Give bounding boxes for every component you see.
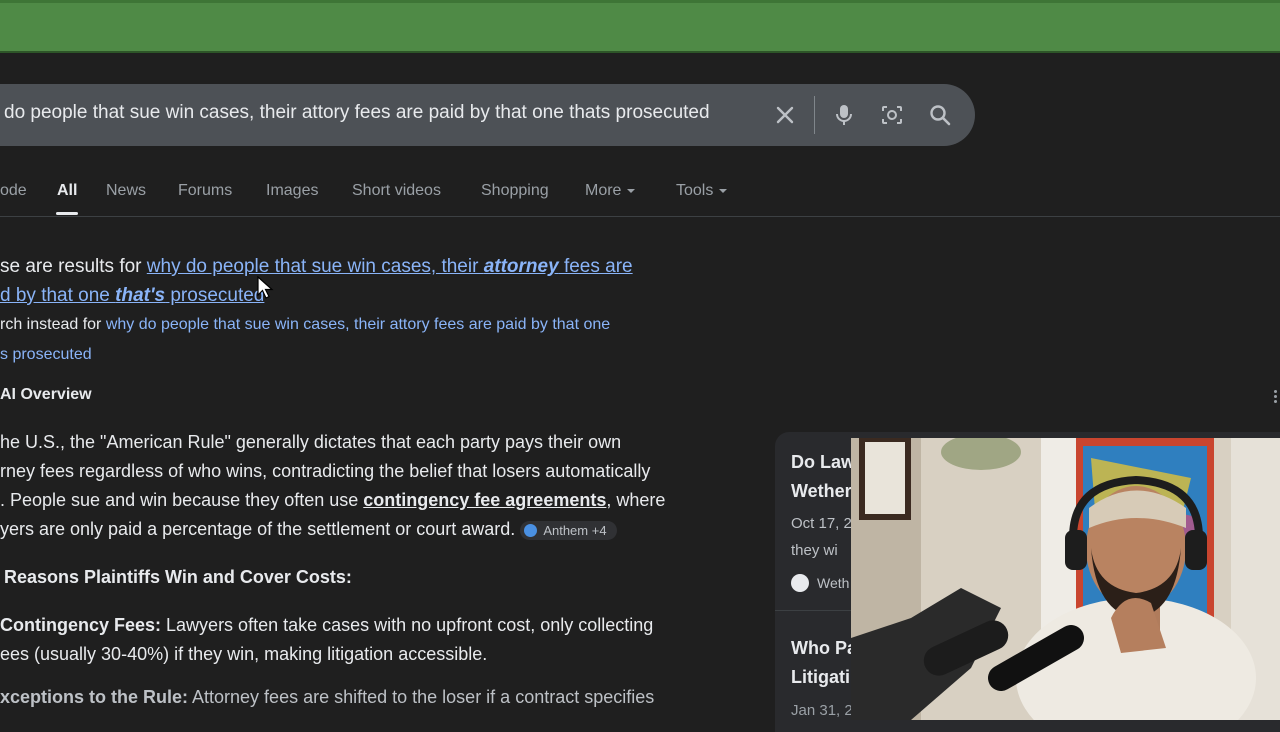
- ai-list-item: xceptions to the Rule: Attorney fees are…: [0, 687, 654, 708]
- more-options-icon[interactable]: [1274, 390, 1278, 405]
- camera-lens-icon: [882, 106, 902, 124]
- ai-text: , where: [606, 490, 666, 510]
- tab-shopping[interactable]: Shopping: [481, 182, 549, 200]
- site-favicon-icon: [791, 574, 809, 592]
- side-result-title[interactable]: Do Law: [791, 452, 855, 473]
- search-icon: [930, 105, 951, 126]
- search-box[interactable]: do people that sue win cases, their atto…: [0, 84, 975, 146]
- tab-images[interactable]: Images: [266, 182, 318, 200]
- corrected-word: attorney: [483, 256, 559, 277]
- webcam-person-image: [851, 438, 1280, 720]
- clear-search-button[interactable]: [768, 98, 802, 132]
- search-tabs: ode All News Forums Images Short videos …: [0, 176, 1280, 216]
- corrected-query-link-cont[interactable]: d by that one that's prosecuted: [0, 285, 264, 306]
- tab-news[interactable]: News: [106, 182, 146, 200]
- ai-paragraph-line: rney fees regardless of who wins, contra…: [0, 461, 651, 481]
- search-input[interactable]: do people that sue win cases, their atto…: [4, 102, 710, 124]
- tabs-divider: [0, 216, 1280, 217]
- original-query-link-cont[interactable]: s prosecuted: [0, 346, 92, 363]
- search-instead-prefix: rch instead for: [0, 316, 102, 333]
- voice-search-button[interactable]: [827, 98, 861, 132]
- ai-list-item-label: xceptions to the Rule:: [0, 687, 189, 707]
- ai-text: . People sue and win because they often …: [0, 490, 364, 510]
- lens-search-button[interactable]: [875, 98, 909, 132]
- side-result-title[interactable]: Litigati: [791, 667, 850, 688]
- browser-top-bar: [0, 0, 1280, 52]
- corrected-text: d by that one: [0, 285, 116, 306]
- side-result-date: Oct 17, 2: [791, 515, 852, 532]
- ai-text: yers are only paid a percentage of the s…: [0, 519, 516, 539]
- ai-list-item-text: Attorney fees are shifted to the loser i…: [188, 687, 655, 707]
- ai-list-item-text: Lawyers often take cases with no upfront…: [161, 615, 654, 635]
- tab-more[interactable]: More: [585, 182, 636, 200]
- source-favicon-icon: [524, 523, 538, 537]
- ai-paragraph-line: yers are only paid a percentage of the s…: [0, 519, 617, 540]
- showing-results-line-2: d by that one that's prosecuted: [0, 285, 264, 307]
- source-chip[interactable]: Anthem +4: [520, 520, 617, 540]
- ai-list-item-label: Contingency Fees:: [0, 615, 162, 635]
- close-icon: [776, 106, 794, 124]
- search-instead-line: rch instead for why do people that sue w…: [0, 316, 610, 334]
- side-result-source-name: Weth: [817, 575, 850, 591]
- mouse-cursor-icon: [257, 276, 274, 299]
- side-result-source[interactable]: Weth: [791, 574, 849, 592]
- corrected-text: prosecuted: [165, 285, 265, 306]
- ai-overview-heading: AI Overview: [0, 386, 92, 403]
- active-tab-indicator: [56, 212, 78, 215]
- tab-forums[interactable]: Forums: [178, 182, 232, 200]
- corrected-text: why do people that sue win cases, their: [146, 256, 484, 277]
- side-result-date: Jan 31, 2: [791, 702, 853, 719]
- showing-results-prefix: se are results for: [0, 256, 142, 277]
- side-result-snippet: they wi: [791, 542, 838, 559]
- tab-tools[interactable]: Tools: [676, 182, 728, 200]
- ai-paragraph-line: he U.S., the "American Rule" generally d…: [0, 432, 622, 452]
- original-query-link[interactable]: why do people that sue win cases, their …: [106, 316, 610, 333]
- ai-list-item: Contingency Fees: Lawyers often take cas…: [0, 615, 653, 636]
- microphone-icon: [836, 105, 852, 125]
- webcam-overlay: [851, 438, 1280, 720]
- tab-more-label: More: [585, 182, 622, 199]
- source-chip-label: Anthem +4: [543, 522, 607, 538]
- corrected-query-link[interactable]: why do people that sue win cases, their …: [147, 256, 633, 277]
- tab-mode[interactable]: ode: [0, 182, 27, 200]
- contingency-fee-link[interactable]: contingency fee agreements: [363, 490, 606, 510]
- corrected-word: that's: [115, 285, 166, 306]
- search-divider: [814, 96, 815, 134]
- search-instead-line-2: s prosecuted: [0, 346, 92, 364]
- search-button[interactable]: [923, 98, 957, 132]
- side-result-title[interactable]: Who Pa: [791, 638, 857, 659]
- top-bar-divider: [0, 51, 1280, 53]
- corrected-text: fees are: [558, 256, 633, 277]
- showing-results-line: se are results for why do people that su…: [0, 256, 633, 278]
- ai-list-item-cont: ees (usually 30-40%) if they win, making…: [0, 644, 488, 664]
- chevron-down-icon: [627, 188, 636, 193]
- ai-paragraph-line: . People sue and win because they often …: [0, 490, 665, 511]
- chevron-down-icon: [719, 188, 728, 193]
- ai-subheading: Reasons Plaintiffs Win and Cover Costs:: [4, 567, 352, 587]
- tab-all[interactable]: All: [57, 182, 77, 200]
- tab-short-videos[interactable]: Short videos: [352, 182, 441, 200]
- side-result-title[interactable]: Wether: [791, 481, 852, 502]
- tab-tools-label: Tools: [676, 182, 714, 199]
